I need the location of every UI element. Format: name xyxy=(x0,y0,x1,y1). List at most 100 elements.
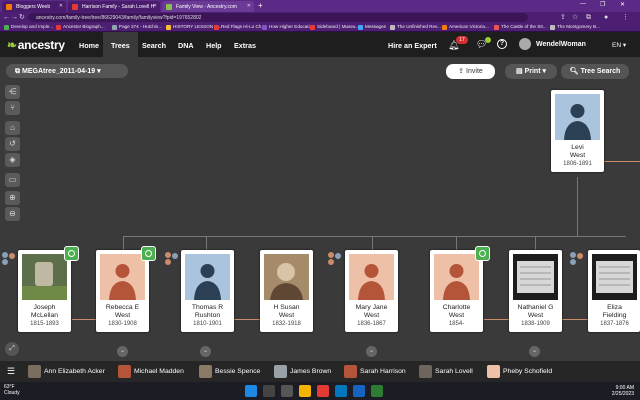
browser-tab-1[interactable]: Bloggers Weeb ✕ xyxy=(2,1,66,12)
person-card-thomas-rushton[interactable]: Thomas R Rushton 1810-1901 xyxy=(181,250,234,332)
word-icon[interactable] xyxy=(353,385,365,397)
person-card-charlotte-west[interactable]: Charlotte West 1854- xyxy=(430,250,483,332)
person-card-rebecca-west[interactable]: Rebecca E West 1830-1908 xyxy=(96,250,149,332)
invite-button[interactable]: ⇪ Invite xyxy=(446,64,495,79)
back-icon[interactable]: ← xyxy=(3,13,10,22)
person-card-eliza-fielding[interactable]: Eliza Fielding 1837-1876 xyxy=(588,250,640,332)
extensions-icon[interactable]: ⧉ xyxy=(586,13,591,22)
chrome-icon[interactable] xyxy=(317,385,329,397)
edge-icon[interactable] xyxy=(335,385,347,397)
recent-person-item[interactable]: Sarah Harrison xyxy=(344,365,406,378)
person-card-h-susan-west[interactable]: H Susan West 1832-1918 xyxy=(260,250,313,332)
nav-help[interactable]: Help xyxy=(206,41,222,50)
close-icon[interactable]: ✕ xyxy=(59,3,63,9)
bookmark-item[interactable]: HISTORY LESSON E... xyxy=(166,24,221,30)
share-icon[interactable]: ⇪ xyxy=(560,13,566,22)
recent-person-item[interactable]: Pheby Schofield xyxy=(487,365,552,378)
bookmark-item[interactable]: How Higher Educati... xyxy=(262,24,313,30)
weather-widget[interactable]: 63°F Cloudy xyxy=(4,384,20,396)
history-icon[interactable]: ↺ xyxy=(5,137,20,151)
layers-icon[interactable]: ◈ xyxy=(5,153,20,167)
search-icon[interactable] xyxy=(263,385,275,397)
person-name: Charlotte West xyxy=(442,304,471,319)
spouses-icon[interactable] xyxy=(163,250,180,266)
home-person-icon[interactable]: ⌂ xyxy=(5,121,20,135)
window-close-icon[interactable]: ✕ xyxy=(620,1,625,8)
bookmark-item[interactable]: Develop and Imple... xyxy=(4,24,53,30)
person-dates: 1832-1918 xyxy=(272,321,301,327)
hint-leaf-icon[interactable] xyxy=(64,246,79,261)
nav-search[interactable]: Search xyxy=(142,41,166,50)
parent-connector-line xyxy=(577,177,578,237)
spouses-icon[interactable] xyxy=(0,250,17,266)
person-card-joseph-mclellan[interactable]: Joseph McLellan 1815-1893 xyxy=(18,250,71,332)
recent-person-item[interactable]: James Brown xyxy=(274,365,331,378)
recent-person-item[interactable]: Ann Elizabeth Acker xyxy=(28,365,105,378)
bookmark-item[interactable]: The Castle of the Str... xyxy=(494,24,547,30)
language-selector[interactable]: EN ▾ xyxy=(612,41,626,49)
bookmark-item[interactable]: Sideboard | Museu... xyxy=(310,24,359,30)
recent-person-item[interactable]: Sarah Lovell xyxy=(419,365,473,378)
media-icon[interactable]: ▭ xyxy=(5,173,20,187)
family-view-icon[interactable]: ⑂ xyxy=(5,101,20,115)
expand-children-icon[interactable]: ⌄ xyxy=(200,346,211,357)
list-icon[interactable]: ☰ xyxy=(7,366,15,377)
tree-selector[interactable]: ⧉ MEGAtree_2011-04-19 ▾ xyxy=(6,64,128,78)
bookmark-item[interactable]: The Montgomery B... xyxy=(550,24,600,30)
nav-home[interactable]: Home xyxy=(79,41,99,50)
profile-icon[interactable]: ● xyxy=(604,13,608,22)
maximize-icon[interactable]: ❐ xyxy=(600,1,605,8)
person-card-levi-west[interactable]: Levi West 1806-1891 xyxy=(551,90,604,172)
hire-expert-link[interactable]: Hire an Expert xyxy=(388,41,437,50)
browser-tab-2[interactable]: Harrison Family - Sarah Lovell H ✕ xyxy=(68,1,160,12)
minimize-icon[interactable]: — xyxy=(580,1,586,7)
bookmark-star-icon[interactable]: ☆ xyxy=(572,13,578,22)
windows-start-icon[interactable] xyxy=(245,385,257,397)
close-icon[interactable]: ✕ xyxy=(247,3,251,9)
expand-children-icon[interactable]: ⌄ xyxy=(117,346,128,357)
zoom-out-icon[interactable]: ⊖ xyxy=(5,207,20,221)
avatar[interactable] xyxy=(519,38,531,50)
task-view-icon[interactable] xyxy=(281,385,293,397)
ancestry-logo[interactable]: ❧ancestry xyxy=(7,38,65,52)
bookmark-item[interactable]: Messages xyxy=(358,24,386,30)
recent-person-item[interactable]: Michael Madden xyxy=(118,365,184,378)
fullscreen-icon[interactable]: ⤢ xyxy=(5,342,19,356)
help-icon[interactable]: ? xyxy=(497,39,507,49)
bookmark-item[interactable]: The Unfinished Rev... xyxy=(390,24,441,30)
new-tab-icon[interactable]: + xyxy=(258,1,263,10)
close-icon[interactable]: ✕ xyxy=(153,3,157,9)
system-clock[interactable]: 9:00 AM 2/25/2023 xyxy=(598,385,634,397)
excel-icon[interactable] xyxy=(371,385,383,397)
bookmark-item[interactable]: American Victoria... xyxy=(442,24,489,30)
username-menu[interactable]: WendelWoman xyxy=(536,41,586,48)
nav-trees[interactable]: Trees xyxy=(103,32,138,57)
bookmark-item[interactable]: Red Flags Hi-Lo Ch... xyxy=(214,24,265,30)
nav-dna[interactable]: DNA xyxy=(178,41,194,50)
family-tree-canvas[interactable]: ⧉ MEGAtree_2011-04-19 ▾ ⇪ Invite ▤ Print … xyxy=(0,57,640,361)
browser-menu-icon[interactable]: ⋮ xyxy=(622,13,629,22)
zoom-in-icon[interactable]: ⊕ xyxy=(5,191,20,205)
expand-children-icon[interactable]: ⌄ xyxy=(529,346,540,357)
file-explorer-icon[interactable] xyxy=(299,385,311,397)
bookmark-item[interactable]: Page 374 - Hutchin... xyxy=(112,24,162,30)
hint-leaf-icon[interactable] xyxy=(475,246,490,261)
spouses-icon[interactable] xyxy=(326,250,343,266)
recent-person-item[interactable]: Bessie Spence xyxy=(199,365,260,378)
ancestry-nav-bar: ❧ancestry Home Trees Search DNA Help Ext… xyxy=(0,32,640,57)
person-card-nathaniel-west[interactable]: Nathaniel G West 1838-1909 xyxy=(509,250,562,332)
expand-children-icon[interactable]: ⌄ xyxy=(366,346,377,357)
print-button[interactable]: ▤ Print ▾ xyxy=(505,64,557,79)
person-card-mary-jane-west[interactable]: Mary Jane West 1836-1867 xyxy=(345,250,398,332)
tree-search-button[interactable]: 🔍︎ Tree Search xyxy=(561,64,629,79)
browser-tab-3-active[interactable]: Family View - Ancestry.com ✕ xyxy=(162,1,254,12)
person-name: Nathaniel G West xyxy=(517,304,554,319)
bookmark-item[interactable]: Ancestor Biograph... xyxy=(56,24,105,30)
forward-icon[interactable]: → xyxy=(11,13,18,22)
spouses-icon[interactable] xyxy=(568,250,585,266)
url-input[interactable]: ancestry.com/family-tree/tree/86629043/f… xyxy=(28,13,528,22)
hint-leaf-icon[interactable] xyxy=(141,246,156,261)
nav-extras[interactable]: Extras xyxy=(234,41,256,50)
pedigree-view-icon[interactable]: ⋲ xyxy=(5,85,20,99)
reload-icon[interactable]: ↻ xyxy=(19,13,25,22)
